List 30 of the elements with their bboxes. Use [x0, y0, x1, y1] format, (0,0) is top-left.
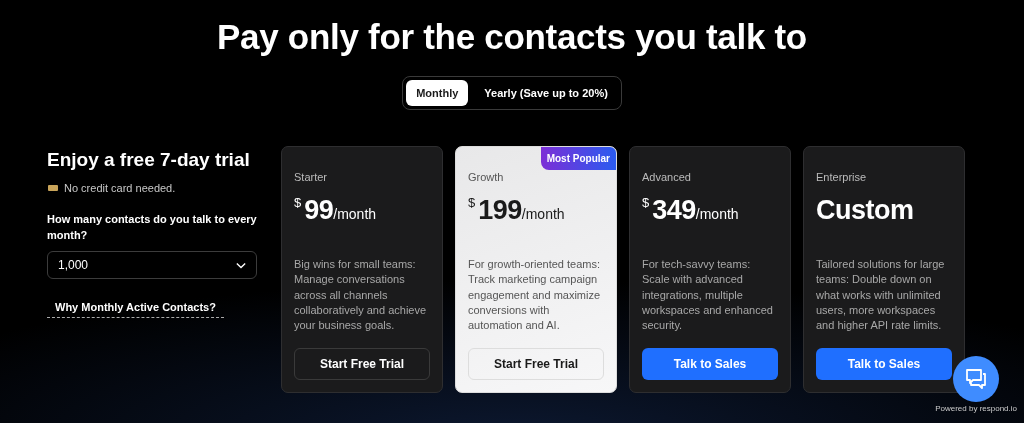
- billing-tab[interactable]: Monthly: [406, 80, 469, 106]
- plan-price: $^{$}$349/month: [642, 195, 740, 225]
- trial-heading: Enjoy a free 7-day trial: [47, 148, 251, 172]
- plan-price: $^{$}$199/month: [468, 195, 566, 225]
- trial-button[interactable]: Start Free Trial: [294, 348, 430, 380]
- note-text: No credit card needed.: [64, 182, 176, 194]
- sales-button[interactable]: Talk to Sales: [816, 348, 952, 380]
- chevron-down-icon: [236, 261, 246, 269]
- sales-button[interactable]: Talk to Sales: [642, 348, 778, 380]
- plan-description: For tech-savvy teams: Scale with advanced integrations, multiple workspaces and enhanced security.: [642, 257, 774, 334]
- plan-description: Tailored solutions for large teams: Double down on what works with unlimited users, more workspaces and higher API rate limits.: [816, 257, 946, 334]
- contacts-select[interactable]: 1,000: [47, 251, 257, 279]
- trial-button[interactable]: Start Free Trial: [468, 348, 604, 380]
- credit-card-icon: [48, 185, 58, 191]
- plan-price: $^{$}$99/month: [294, 195, 378, 225]
- plan-name: Enterprise: [816, 171, 868, 183]
- page-heading: Pay only for the contacts you talk to: [217, 16, 807, 58]
- chat-bubbles-icon: [964, 367, 988, 391]
- chat-button[interactable]: [953, 356, 999, 402]
- popular-badge: Most Popular: [540, 147, 616, 170]
- plan-name: Starter: [294, 171, 328, 183]
- plan-description: For growth-oriented teams: Track marketing campaign engagement and maximize conversions with automation and AI.: [468, 257, 602, 334]
- plan-name: Advanced: [642, 171, 692, 183]
- info-link[interactable]: Why Monthly Active Contacts?: [47, 301, 224, 318]
- billing-tab[interactable]: Yearly (Save up to 20%): [474, 80, 618, 106]
- question-label: How many contacts do you talk to every month?: [47, 212, 257, 243]
- plan-name: Growth: [468, 171, 505, 183]
- plan-description: Big wins for small teams: Manage conversations across all channels collaboratively and achieve your business goals.: [294, 257, 428, 334]
- plan-price: Custom: [816, 195, 915, 225]
- powered-by-text: Powered by respond.io: [935, 404, 1017, 413]
